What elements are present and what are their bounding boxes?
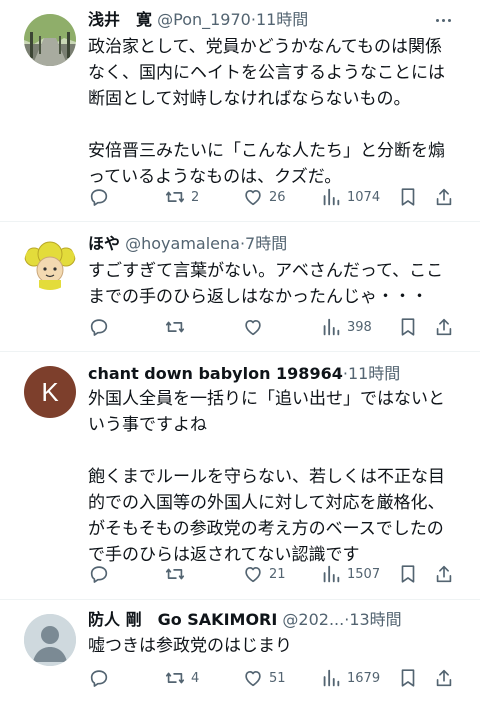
retweet-button[interactable]: 2 [164, 185, 199, 209]
like-icon [242, 563, 264, 585]
reply-button[interactable] [88, 185, 115, 209]
tweet-text: 政治家として、党員かどうかなんてものは関係 なく、国内にヘイトを公言するようなこ… [88, 37, 445, 187]
retweet-count: 4 [191, 670, 200, 686]
tweet-2[interactable]: ほや @hoyamalena·7時間 すごすぎて言葉がない。アベさんだって、ここ… [0, 222, 480, 352]
views-icon [320, 563, 342, 585]
share-icon [433, 563, 455, 585]
user-handle[interactable]: @202... [282, 610, 344, 629]
share-button[interactable] [433, 315, 455, 339]
display-name[interactable]: ほや [88, 234, 120, 253]
bookmark-icon [397, 316, 419, 338]
avatar-letter: K [41, 376, 59, 407]
share-button[interactable] [433, 562, 455, 586]
views-button[interactable]: 1507 [320, 562, 380, 586]
retweet-button[interactable]: 4 [164, 666, 199, 690]
tweet-header: 浅井 寛 @Pon_1970·11時間 [88, 8, 470, 32]
retweet-icon [164, 186, 186, 208]
avatar[interactable]: K [24, 366, 76, 418]
tweet-1[interactable]: 浅井 寛 @Pon_1970·11時間 政治家として、党員かどうかなんてものは関… [0, 0, 480, 222]
like-count: 51 [269, 670, 286, 686]
views-icon [320, 316, 342, 338]
timestamp[interactable]: 13時間 [349, 610, 401, 629]
share-icon [433, 186, 455, 208]
timestamp[interactable]: 11時間 [348, 364, 400, 383]
like-button[interactable] [242, 315, 269, 339]
share-button[interactable] [433, 666, 455, 690]
tweet-actions: 398 [88, 315, 460, 339]
views-count: 1507 [347, 566, 381, 582]
tweet-3[interactable]: K chant down babylon 198964·11時間 外国人全員を一… [0, 352, 480, 600]
like-icon [242, 667, 264, 689]
views-count: 1074 [347, 189, 381, 205]
bookmark-button[interactable] [397, 562, 419, 586]
like-button[interactable]: 51 [242, 666, 286, 690]
retweet-icon [164, 563, 186, 585]
bookmark-button[interactable] [397, 315, 419, 339]
bookmark-icon [397, 667, 419, 689]
share-button[interactable] [433, 185, 455, 209]
display-name[interactable]: 防人 剛 Go SAKIMORI [88, 610, 277, 629]
reply-icon [88, 186, 110, 208]
tweet-text: 嘘つきは参政党のはじまり [88, 636, 292, 656]
bookmark-button[interactable] [397, 666, 419, 690]
views-button[interactable]: 1074 [320, 185, 380, 209]
views-button[interactable]: 1679 [320, 666, 380, 690]
reply-button[interactable] [88, 315, 115, 339]
retweet-icon [164, 316, 186, 338]
avatar[interactable] [24, 238, 76, 290]
views-icon [320, 667, 342, 689]
reply-icon [88, 563, 110, 585]
retweet-button[interactable] [164, 315, 191, 339]
tweet-4[interactable]: 防人 剛 Go SAKIMORI @202...·13時間 嘘つきは参政党のはじ… [0, 600, 480, 701]
retweet-icon [164, 667, 186, 689]
reply-button[interactable] [88, 562, 115, 586]
views-count: 1679 [347, 670, 381, 686]
views-count: 398 [347, 319, 372, 335]
tweet-actions: 4 51 1679 [88, 666, 460, 690]
timestamp[interactable]: 7時間 [245, 234, 287, 253]
like-icon [242, 186, 264, 208]
bookmark-icon [397, 563, 419, 585]
tweet-header: chant down babylon 198964·11時間 [88, 362, 470, 386]
like-icon [242, 316, 264, 338]
bookmark-icon [397, 186, 419, 208]
tweet-header: ほや @hoyamalena·7時間 [88, 232, 470, 256]
avatar[interactable] [24, 614, 76, 666]
like-count: 21 [269, 566, 286, 582]
more-icon[interactable] [432, 9, 454, 31]
user-handle[interactable]: @Pon_1970 [157, 10, 251, 29]
display-name[interactable]: 浅井 寛 [88, 10, 152, 29]
avatar[interactable] [24, 14, 76, 66]
reply-icon [88, 316, 110, 338]
like-count: 26 [269, 189, 286, 205]
user-handle[interactable]: @hoyamalena [125, 234, 240, 253]
like-button[interactable]: 21 [242, 562, 286, 586]
tweet-text: すごすぎて言葉がない。アベさんだって、ここ までの手のひら返しはなかったんじゃ・… [88, 261, 444, 307]
timestamp[interactable]: 11時間 [256, 10, 308, 29]
tweet-header: 防人 剛 Go SAKIMORI @202...·13時間 [88, 608, 470, 632]
bookmark-button[interactable] [397, 185, 419, 209]
share-icon [433, 667, 455, 689]
like-button[interactable]: 26 [242, 185, 286, 209]
tweet-text: 外国人全員を一括りに「追い出せ」ではないと いう事ですよね 飽くまでルールを守ら… [88, 389, 445, 565]
display-name[interactable]: chant down babylon 198964 [88, 364, 343, 383]
reply-icon [88, 667, 110, 689]
reply-button[interactable] [88, 666, 115, 690]
share-icon [433, 316, 455, 338]
retweet-count: 2 [191, 189, 200, 205]
tweet-actions: 2 26 1074 [88, 185, 460, 209]
views-button[interactable]: 398 [320, 315, 372, 339]
retweet-button[interactable] [164, 562, 191, 586]
views-icon [320, 186, 342, 208]
timeline: 浅井 寛 @Pon_1970·11時間 政治家として、党員かどうかなんてものは関… [0, 0, 480, 701]
tweet-actions: 21 1507 [88, 562, 460, 586]
